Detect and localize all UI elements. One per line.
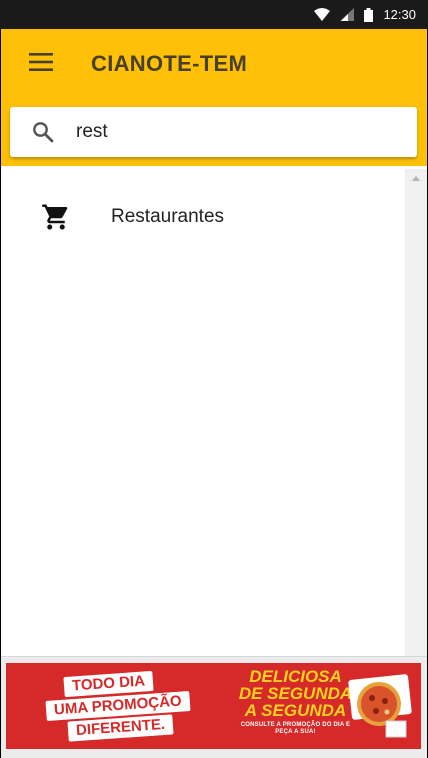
menu-button[interactable] xyxy=(19,48,63,80)
battery-icon xyxy=(364,7,374,22)
wifi-icon xyxy=(314,8,331,21)
list-item-label: Restaurantes xyxy=(111,206,225,227)
status-time: 12:30 xyxy=(383,7,416,22)
ad-line-1: TODO DIA xyxy=(63,670,154,698)
ad-left-text: TODO DIA UMA PROMOÇÃO DIFERENTE. xyxy=(45,670,206,742)
search-icon[interactable] xyxy=(10,121,76,143)
list-item-restaurantes[interactable]: Restaurantes xyxy=(1,189,405,245)
search-input[interactable] xyxy=(76,112,396,152)
search-bar[interactable] xyxy=(10,107,417,157)
ad-right-text: DELICIOSA DE SEGUNDA A SEGUNDA CONSULTE … xyxy=(238,668,353,736)
hamburger-menu-icon xyxy=(29,52,53,76)
ad-headline-3: A SEGUNDA xyxy=(244,701,347,720)
ad-small-text: CONSULTE A PROMOÇÃO DO DIA E PEÇA A SUA! xyxy=(240,722,351,735)
scroll-up-arrow-icon[interactable] xyxy=(412,176,420,181)
status-bar: 12:30 xyxy=(0,0,428,29)
app-screen: CIANOTE-TEM Restaurantes xyxy=(1,29,427,758)
app-title: CIANOTE-TEM xyxy=(91,51,248,76)
ad-container: TODO DIA UMA PROMOÇÃO DIFERENTE. DELICIO… xyxy=(1,656,427,758)
ad-banner[interactable]: TODO DIA UMA PROMOÇÃO DIFERENTE. DELICIO… xyxy=(6,663,421,749)
pizza-icon xyxy=(346,671,416,741)
cell-signal-icon xyxy=(340,8,355,21)
app-bar: CIANOTE-TEM xyxy=(1,29,427,166)
search-results-list: Restaurantes xyxy=(1,169,405,656)
scrollbar[interactable] xyxy=(405,169,427,656)
shopping-cart-icon xyxy=(1,202,111,232)
